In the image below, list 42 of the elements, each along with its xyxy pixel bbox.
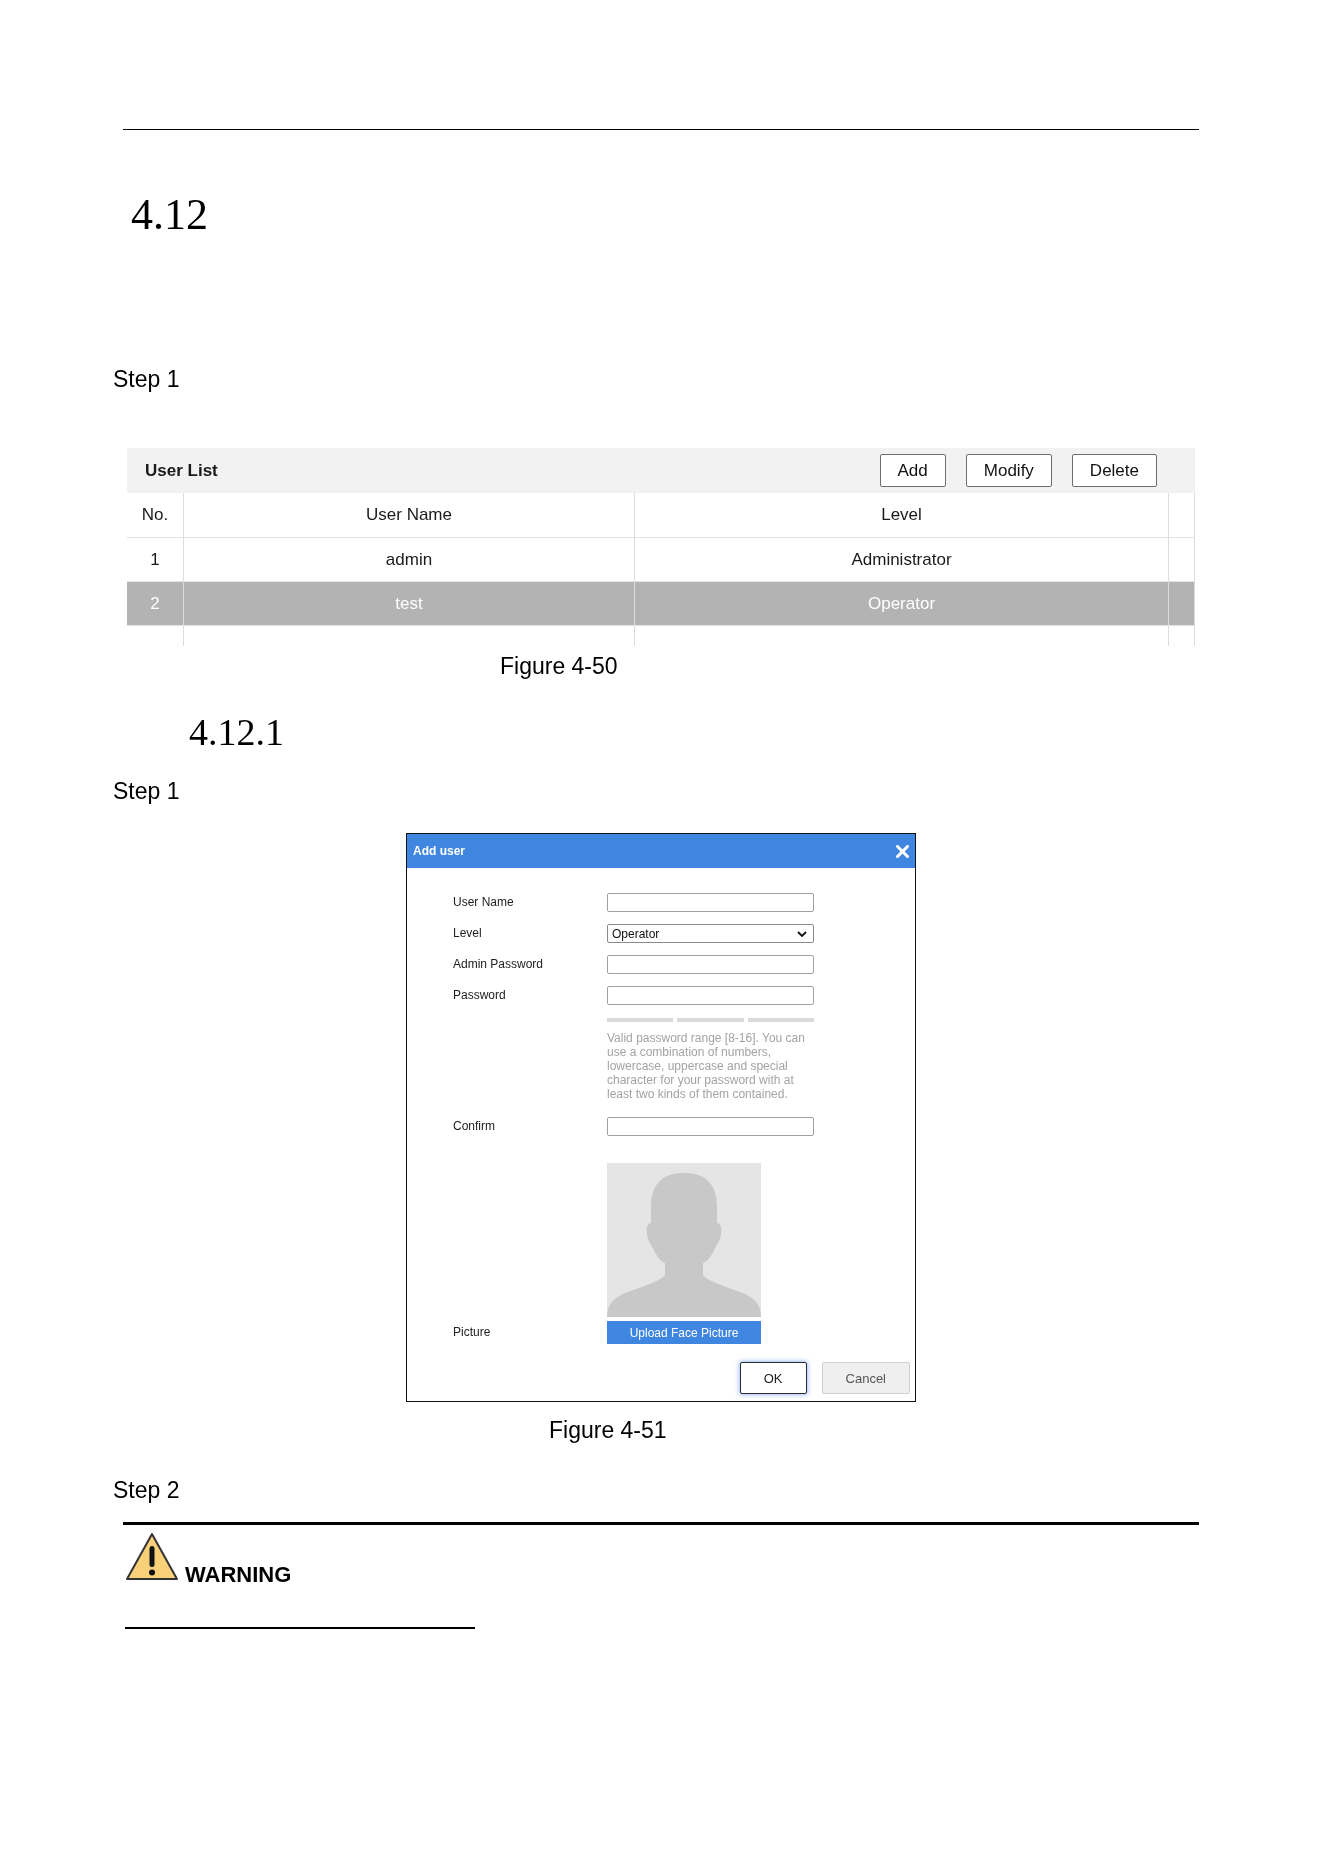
input-field[interactable] xyxy=(607,893,814,912)
close-button[interactable] xyxy=(895,844,909,858)
toolbar-button[interactable]: Delete xyxy=(1071,454,1157,487)
table-cell: Administrator xyxy=(635,538,1169,581)
input-field[interactable] xyxy=(607,955,814,974)
table-cell: test xyxy=(184,582,635,625)
table-cell: 2 xyxy=(127,582,184,625)
upload-button[interactable]: Upload Face Picture xyxy=(607,1321,761,1344)
hint-text: Valid password range [8-16]. You can use a combination of numbers, lowercase, uppercase and special character for your password with at least two kinds of them contained. xyxy=(607,1031,806,1101)
step-label: Step 2 xyxy=(113,1477,180,1503)
input-field[interactable] xyxy=(607,986,814,1005)
column-header: No. xyxy=(127,493,184,537)
step-label: Step 1 xyxy=(113,778,180,804)
field-label: Admin Password xyxy=(453,956,544,973)
field-label: User Name xyxy=(453,894,514,911)
input-field[interactable] xyxy=(607,1117,814,1136)
step-label: Step 1 xyxy=(113,366,180,392)
section-heading: 4.12.1 xyxy=(189,710,284,755)
table-row[interactable]: 1 admin Administrator xyxy=(127,538,1195,582)
warning-label: WARNING xyxy=(185,1562,292,1588)
dropdown-field[interactable]: Operator xyxy=(607,924,814,943)
field-label: Password xyxy=(453,987,506,1004)
column-header: User Name xyxy=(184,493,635,537)
field-label: Confirm xyxy=(453,1118,495,1135)
column-header: Level xyxy=(635,493,1169,537)
dialog-button[interactable]: OK xyxy=(739,1362,807,1394)
dialog-button[interactable]: Cancel xyxy=(821,1362,910,1394)
figure-caption: Figure 4-50 xyxy=(500,652,618,680)
toolbar-button[interactable]: Add xyxy=(879,454,946,487)
table-cell: 1 xyxy=(127,538,184,581)
field-label: Level xyxy=(453,925,482,942)
warning-icon xyxy=(125,1532,179,1582)
figure-caption: Figure 4-51 xyxy=(549,1416,667,1444)
close-icon xyxy=(895,844,909,858)
toolbar-button[interactable]: Modify xyxy=(965,454,1052,487)
caret-icon xyxy=(797,930,807,937)
dialog-title: Add user xyxy=(413,844,465,858)
section-heading: 4.12 xyxy=(131,189,208,241)
table-title: User List xyxy=(145,460,218,481)
field-label: Picture xyxy=(453,1324,491,1341)
table-cell: admin xyxy=(184,538,635,581)
table-cell: Operator xyxy=(635,582,1169,625)
